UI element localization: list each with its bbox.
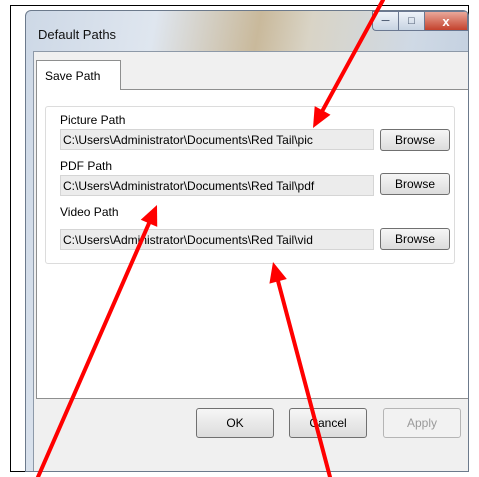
dialog-client-area: Save Path Picture Path C:\Users\Administ… [33, 51, 468, 471]
close-button[interactable]: x [424, 11, 468, 31]
picture-browse-button[interactable]: Browse [380, 129, 450, 151]
title-bar[interactable]: Default Paths ─ □ x [26, 11, 468, 51]
maximize-button[interactable]: □ [398, 11, 424, 31]
pdf-browse-button[interactable]: Browse [380, 173, 450, 195]
paths-group: Picture Path C:\Users\Administrator\Docu… [45, 106, 455, 264]
maximize-icon: □ [408, 15, 415, 27]
picture-path-field[interactable]: C:\Users\Administrator\Documents\Red Tai… [60, 129, 374, 150]
pdf-path-field[interactable]: C:\Users\Administrator\Documents\Red Tai… [60, 175, 374, 196]
tab-save-path[interactable]: Save Path [36, 60, 121, 90]
tab-panel-save-path: Picture Path C:\Users\Administrator\Docu… [36, 89, 468, 399]
pdf-path-label: PDF Path [60, 159, 113, 173]
apply-button[interactable]: Apply [383, 408, 461, 438]
cancel-button[interactable]: Cancel [289, 408, 367, 438]
ok-button[interactable]: OK [196, 408, 274, 438]
picture-path-label: Picture Path [60, 113, 126, 127]
video-browse-button[interactable]: Browse [380, 228, 450, 250]
minimize-icon: ─ [381, 15, 390, 27]
dialog-window: Default Paths ─ □ x Save Path Picture Pa… [25, 10, 469, 472]
window-title: Default Paths [38, 27, 117, 42]
video-path-label: Video Path [60, 205, 119, 219]
video-path-field[interactable]: C:\Users\Administrator\Documents\Red Tai… [60, 229, 374, 250]
minimize-button[interactable]: ─ [372, 11, 398, 31]
window-controls: ─ □ x [372, 11, 468, 33]
close-icon: x [442, 13, 450, 29]
